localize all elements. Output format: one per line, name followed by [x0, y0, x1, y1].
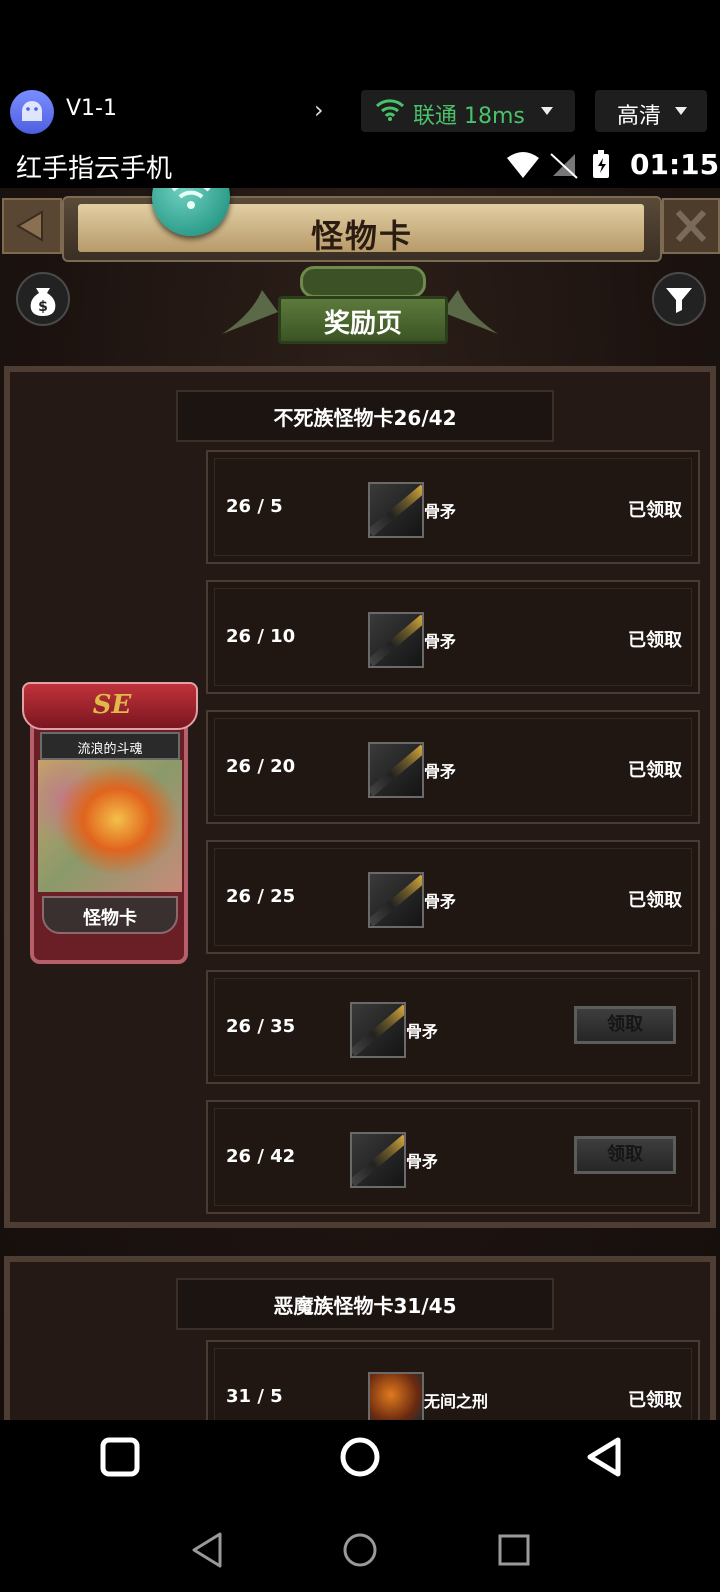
undead-section: 不死族怪物卡26/42 SE 流浪的斗魂 怪物卡 26 / 5 骨矛 已领取 2…: [4, 366, 716, 1228]
claim-button[interactable]: 领取: [574, 1136, 676, 1174]
carrier-label: 红手指云手机: [16, 154, 173, 184]
bone-spear-icon[interactable]: [368, 872, 424, 928]
close-x-icon: [675, 209, 707, 243]
claim-button-label: 领取: [607, 1144, 643, 1165]
reward-row: 31 / 5 无间之刑 已领取: [206, 1340, 700, 1420]
system-back-icon: [192, 1532, 222, 1568]
item-name: 骨矛: [424, 762, 457, 781]
network-selector[interactable]: 联通 18ms: [361, 90, 575, 132]
svg-text:$: $: [38, 299, 48, 315]
card-name: 流浪的斗魂: [77, 742, 143, 757]
claimed-status: 已领取: [628, 760, 682, 781]
system-home-icon: [343, 1533, 377, 1567]
claimed-status: 已领取: [628, 1390, 682, 1411]
reward-page-label: 奖励页: [323, 309, 402, 339]
reward-row: 26 / 10 骨矛 已领取: [206, 580, 700, 694]
row-progress: 26 / 20: [226, 756, 296, 777]
filter-button[interactable]: [652, 272, 706, 326]
row-progress: 26 / 5: [226, 496, 283, 517]
reward-row: 26 / 35 骨矛 领取: [206, 970, 700, 1084]
row-progress: 26 / 25: [226, 886, 296, 907]
android-logo-icon: [10, 90, 54, 134]
monster-card[interactable]: SE 流浪的斗魂 怪物卡: [22, 674, 198, 968]
claim-button[interactable]: 领取: [574, 1006, 676, 1044]
card-type: 怪物卡: [83, 908, 137, 929]
title-plate: 怪物卡: [62, 196, 662, 262]
recents-icon: [100, 1437, 140, 1477]
wifi-status-icon: [507, 152, 539, 178]
section-title: 恶魔族怪物卡31/45: [273, 1294, 457, 1318]
item-name: 骨矛: [406, 1022, 439, 1041]
row-progress: 31 / 5: [226, 1386, 283, 1407]
wifi-icon: [171, 188, 211, 209]
claimed-status: 已领取: [628, 630, 682, 651]
card-artwork: [38, 760, 182, 892]
game-screen: 怪物卡 $ 奖励页 不死族怪物卡26/42 SE 流浪的斗魂 怪物卡 26 / …: [0, 188, 720, 1420]
item-name: 骨矛: [424, 502, 457, 521]
reward-page-plate: 奖励页: [222, 260, 498, 348]
bone-spear-icon[interactable]: [368, 742, 424, 798]
status-icons: [505, 148, 617, 186]
item-name: 骨矛: [424, 892, 457, 911]
clock: 01:15: [630, 148, 720, 181]
device-name[interactable]: V1-1: [66, 96, 117, 121]
system-recents-icon: [498, 1534, 530, 1566]
network-label: 联通 18ms: [413, 104, 525, 129]
money-bag-button[interactable]: $: [16, 272, 70, 326]
bone-spear-icon[interactable]: [368, 482, 424, 538]
back-button[interactable]: [2, 198, 62, 254]
bone-spear-icon[interactable]: [350, 1002, 406, 1058]
filter-funnel-icon: [666, 288, 692, 313]
reward-row: 26 / 20 骨矛 已领取: [206, 710, 700, 824]
item-name: 无间之刑: [424, 1392, 489, 1411]
chevron-down-icon: [541, 107, 553, 115]
card-rank: SE: [92, 690, 132, 720]
row-progress: 26 / 35: [226, 1016, 296, 1037]
bone-spear-icon[interactable]: [368, 612, 424, 668]
chevron-down-icon: [675, 107, 687, 115]
claimed-status: 已领取: [628, 500, 682, 521]
reward-row: 26 / 5 骨矛 已领取: [206, 450, 700, 564]
system-navigation-bar: [0, 1512, 720, 1588]
quality-selector[interactable]: 高清: [595, 90, 707, 132]
reward-row: 26 / 42 骨矛 领取: [206, 1100, 700, 1214]
money-bag-icon: $: [30, 288, 56, 316]
quality-label: 高清: [617, 104, 662, 129]
close-button[interactable]: [662, 198, 720, 254]
row-progress: 26 / 10: [226, 626, 296, 647]
item-icon[interactable]: [368, 1372, 424, 1420]
reward-row: 26 / 25 骨矛 已领取: [206, 840, 700, 954]
home-icon: [340, 1437, 380, 1477]
item-name: 骨矛: [424, 632, 457, 651]
demon-section: 恶魔族怪物卡31/45 31 / 5 无间之刑 已领取: [4, 1256, 716, 1420]
bone-spear-icon[interactable]: [350, 1132, 406, 1188]
claimed-status: 已领取: [628, 890, 682, 911]
chevron-right-icon[interactable]: ›: [314, 96, 324, 124]
back-icon: [587, 1437, 621, 1477]
no-signal-icon: [550, 153, 578, 179]
row-progress: 26 / 42: [226, 1146, 296, 1167]
page-title: 怪物卡: [310, 217, 413, 255]
triangle-left-icon: [16, 210, 43, 242]
app-navigation-bar: [0, 1420, 720, 1496]
battery-icon: [593, 150, 609, 178]
section-title: 不死族怪物卡26/42: [273, 406, 457, 430]
claim-button-label: 领取: [607, 1014, 643, 1035]
wifi-signal-icon: [375, 99, 405, 121]
item-name: 骨矛: [406, 1152, 439, 1171]
